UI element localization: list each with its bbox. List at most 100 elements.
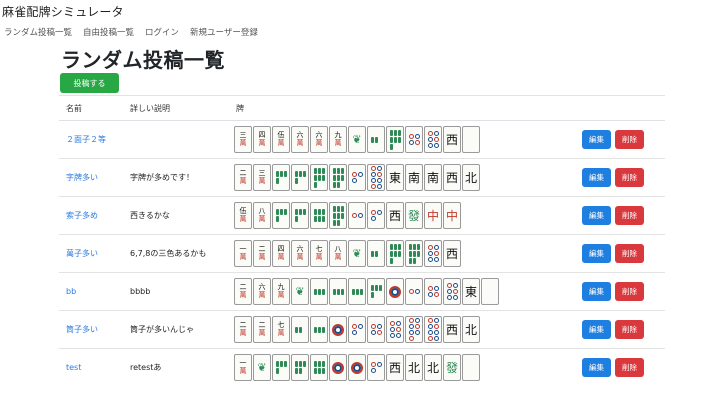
souzu-tile-icon (272, 164, 290, 191)
delete-button[interactable]: 削除 (615, 320, 644, 339)
souzu-tile-icon (291, 164, 309, 191)
table-row: bb bbbb 二萬六萬九萬 ❦ 東編集 削除 (59, 272, 665, 311)
cell-tiles: 一萬二萬四萬六萬七萬八萬 ❦ 西 (229, 234, 575, 273)
edit-button[interactable]: 編集 (582, 244, 611, 263)
souzu-tile-icon (329, 164, 347, 191)
cell-description: 筒子が多いんじゃ (123, 310, 229, 349)
post-name-link[interactable]: 字牌多い (66, 173, 98, 182)
edit-button[interactable]: 編集 (582, 320, 611, 339)
manzu-tile-icon: 六萬 (291, 240, 309, 267)
honor-tile-icon: 北 (424, 354, 442, 382)
manzu-tile-icon: 二萬 (234, 316, 252, 343)
delete-button[interactable]: 削除 (615, 168, 644, 187)
post-name-link[interactable]: 筒子多い (66, 325, 98, 334)
cell-tiles: 二萬六萬九萬 ❦ 東 (229, 272, 575, 311)
cell-name: bb (59, 272, 123, 311)
pinzu-tile-icon (348, 164, 366, 191)
post-name-link[interactable]: ２面子２等 (66, 135, 106, 144)
header-name: 名前 (59, 95, 123, 121)
pinzu-tile-icon (386, 278, 404, 305)
tile-hand: 一萬 ❦ 西北北發 (234, 354, 575, 382)
cell-actions: 編集 削除 (575, 348, 665, 387)
souzu-tile-icon (310, 202, 328, 229)
page-title: ランダム投稿一覧 (61, 48, 225, 72)
souzu-tile-icon (367, 126, 385, 153)
cell-name: test (59, 348, 123, 387)
posts-table: 名前 詳しい説明 牌 ２面子２等三萬四萬伍萬六萬六萬九萬 ❦ 西編集 削除 字牌多い 字牌… (59, 95, 665, 387)
manzu-tile-icon: 三萬 (234, 126, 252, 153)
tile-hand: 二萬六萬九萬 ❦ 東 (234, 278, 575, 305)
table-row: 筒子多い 筒子が多いんじゃ二萬二萬七萬 西北 編集 削除 (59, 310, 665, 349)
souzu-tile-icon: ❦ (291, 278, 309, 305)
souzu-tile-icon (405, 240, 423, 267)
manzu-tile-icon: 六萬 (253, 278, 271, 305)
delete-button[interactable]: 削除 (615, 206, 644, 225)
honor-tile-icon: 西 (443, 316, 461, 343)
honor-tile-icon: 西 (443, 240, 461, 267)
honor-tile-icon: 發 (443, 354, 461, 382)
edit-button[interactable]: 編集 (582, 206, 611, 225)
pinzu-tile-icon (367, 164, 385, 191)
edit-button[interactable]: 編集 (582, 130, 611, 149)
delete-button[interactable]: 削除 (615, 130, 644, 149)
souzu-tile-icon (386, 126, 404, 153)
souzu-tile-icon (367, 278, 385, 305)
souzu-tile-icon (291, 354, 309, 382)
pinzu-tile-icon (367, 316, 385, 343)
post-name-link[interactable]: 索子多め (66, 211, 98, 220)
pinzu-tile-icon (367, 202, 385, 229)
cell-actions: 編集 削除 (575, 196, 665, 235)
cell-name: 字牌多い (59, 158, 123, 197)
tile-hand: 伍萬八萬 西發中中 (234, 202, 575, 229)
cell-description: 西きるかな (123, 196, 229, 235)
delete-button[interactable]: 削除 (615, 358, 644, 378)
site-title[interactable]: 麻雀配牌シミュレータ (2, 3, 124, 20)
honor-tile-icon: 西 (443, 164, 461, 191)
cell-tiles: 二萬二萬七萬 西北 (229, 310, 575, 349)
manzu-tile-icon: 伍萬 (234, 202, 252, 229)
table-row: 索子多め 西きるかな伍萬八萬 西發中中 編集 削除 (59, 196, 665, 235)
post-button[interactable]: 投稿する (60, 73, 119, 93)
cell-actions: 編集 削除 (575, 310, 665, 349)
edit-button[interactable]: 編集 (582, 358, 611, 378)
honor-tile-icon: 南 (424, 164, 442, 191)
souzu-tile-icon (348, 278, 366, 305)
souzu-tile-icon (367, 240, 385, 267)
pinzu-tile-icon (405, 316, 423, 343)
post-name-link[interactable]: test (66, 363, 81, 372)
table-row: 字牌多い 字牌が多めです！二萬三萬 東南南西北 編集 削除 (59, 158, 665, 197)
souzu-tile-icon (272, 202, 290, 229)
manzu-tile-icon: 二萬 (253, 240, 271, 267)
nav-random-posts[interactable]: ランダム投稿一覧 (4, 26, 72, 38)
honor-tile-icon: 北 (462, 316, 480, 343)
cell-name: ２面子２等 (59, 120, 123, 159)
edit-button[interactable]: 編集 (582, 168, 611, 187)
pinzu-tile-icon (405, 126, 423, 153)
nav-signup[interactable]: 新規ユーザー登録 (190, 26, 258, 38)
honor-tile-icon: 東 (386, 164, 404, 191)
post-name-link[interactable]: bb (66, 287, 76, 296)
pinzu-tile-icon (424, 278, 442, 305)
pinzu-tile-icon (348, 316, 366, 343)
manzu-tile-icon: 二萬 (234, 278, 252, 305)
pinzu-tile-icon (443, 278, 461, 305)
top-nav: ランダム投稿一覧 自由投稿一覧 ログイン 新規ユーザー登録 (4, 26, 258, 38)
pinzu-tile-icon (424, 240, 442, 267)
nav-login[interactable]: ログイン (145, 26, 179, 38)
nav-free-posts[interactable]: 自由投稿一覧 (83, 26, 134, 38)
honor-tile-icon: 北 (405, 354, 423, 382)
delete-button[interactable]: 削除 (615, 244, 644, 263)
post-name-link[interactable]: 萬子多い (66, 249, 98, 258)
pinzu-tile-icon (348, 202, 366, 229)
honor-tile-icon: 北 (462, 164, 480, 191)
edit-button[interactable]: 編集 (582, 282, 611, 301)
cell-name: 索子多め (59, 196, 123, 235)
manzu-tile-icon: 三萬 (253, 164, 271, 191)
souzu-tile-icon (272, 354, 290, 382)
delete-button[interactable]: 削除 (615, 282, 644, 301)
posts-table-body: ２面子２等三萬四萬伍萬六萬六萬九萬 ❦ 西編集 削除 字牌多い 字牌が多めです！二萬三萬東… (59, 120, 665, 387)
pinzu-tile-icon (424, 316, 442, 343)
manzu-tile-icon: 伍萬 (272, 126, 290, 153)
cell-description (123, 120, 229, 159)
souzu-tile-icon (310, 164, 328, 191)
